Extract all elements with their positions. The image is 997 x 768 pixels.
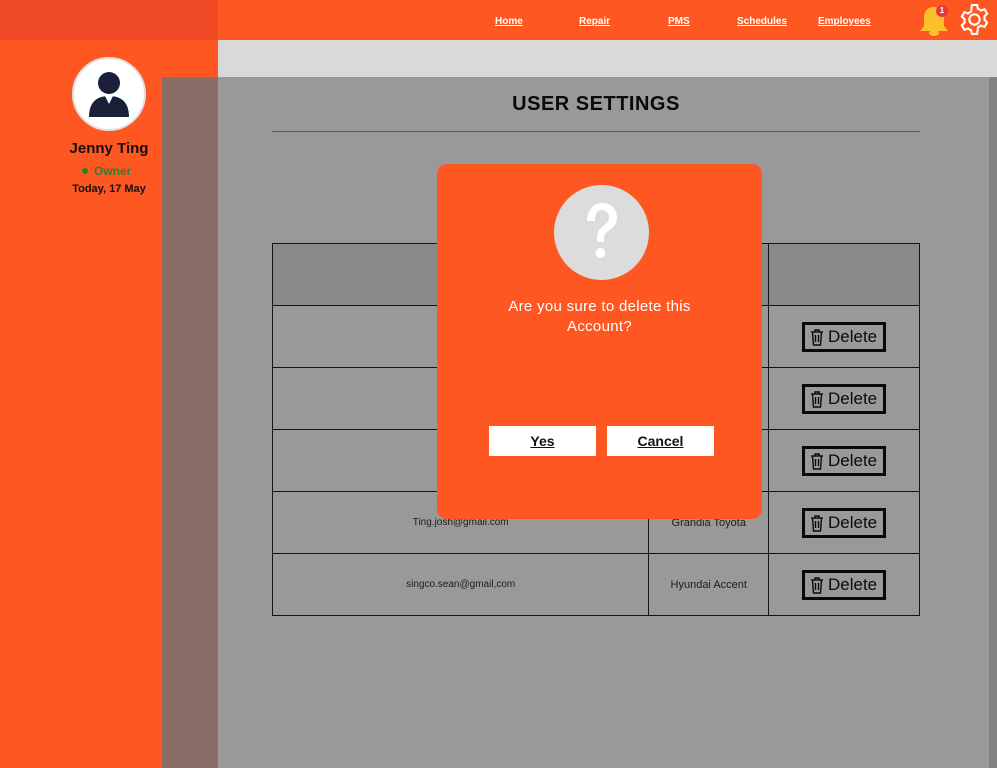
- status-dot-icon: [82, 168, 88, 174]
- nav-employees[interactable]: Employees: [818, 16, 871, 27]
- question-icon: [554, 185, 649, 280]
- nav-schedules[interactable]: Schedules: [737, 16, 787, 27]
- cancel-button[interactable]: Cancel: [607, 426, 714, 456]
- nav-repair[interactable]: Repair: [579, 16, 610, 27]
- notification-badge: 1: [936, 5, 948, 17]
- nav-pms[interactable]: PMS: [668, 16, 690, 27]
- modal-backdrop-sidebar-edge: [162, 77, 218, 768]
- yes-button[interactable]: Yes: [489, 426, 596, 456]
- top-bar-brand-area: [0, 0, 218, 40]
- user-silhouette-icon: [89, 72, 129, 117]
- user-role: Owner: [82, 164, 131, 178]
- top-bar: Home Repair PMS Schedules Employees 1: [0, 0, 997, 40]
- settings-gear-icon[interactable]: [958, 3, 991, 36]
- dialog-message: Are you sure to delete this Account?: [508, 298, 691, 335]
- delete-confirm-dialog: Are you sure to delete this Account? Yes…: [437, 164, 762, 519]
- user-role-label: Owner: [94, 164, 132, 178]
- nav-home[interactable]: Home: [495, 16, 523, 27]
- user-avatar: [72, 57, 146, 131]
